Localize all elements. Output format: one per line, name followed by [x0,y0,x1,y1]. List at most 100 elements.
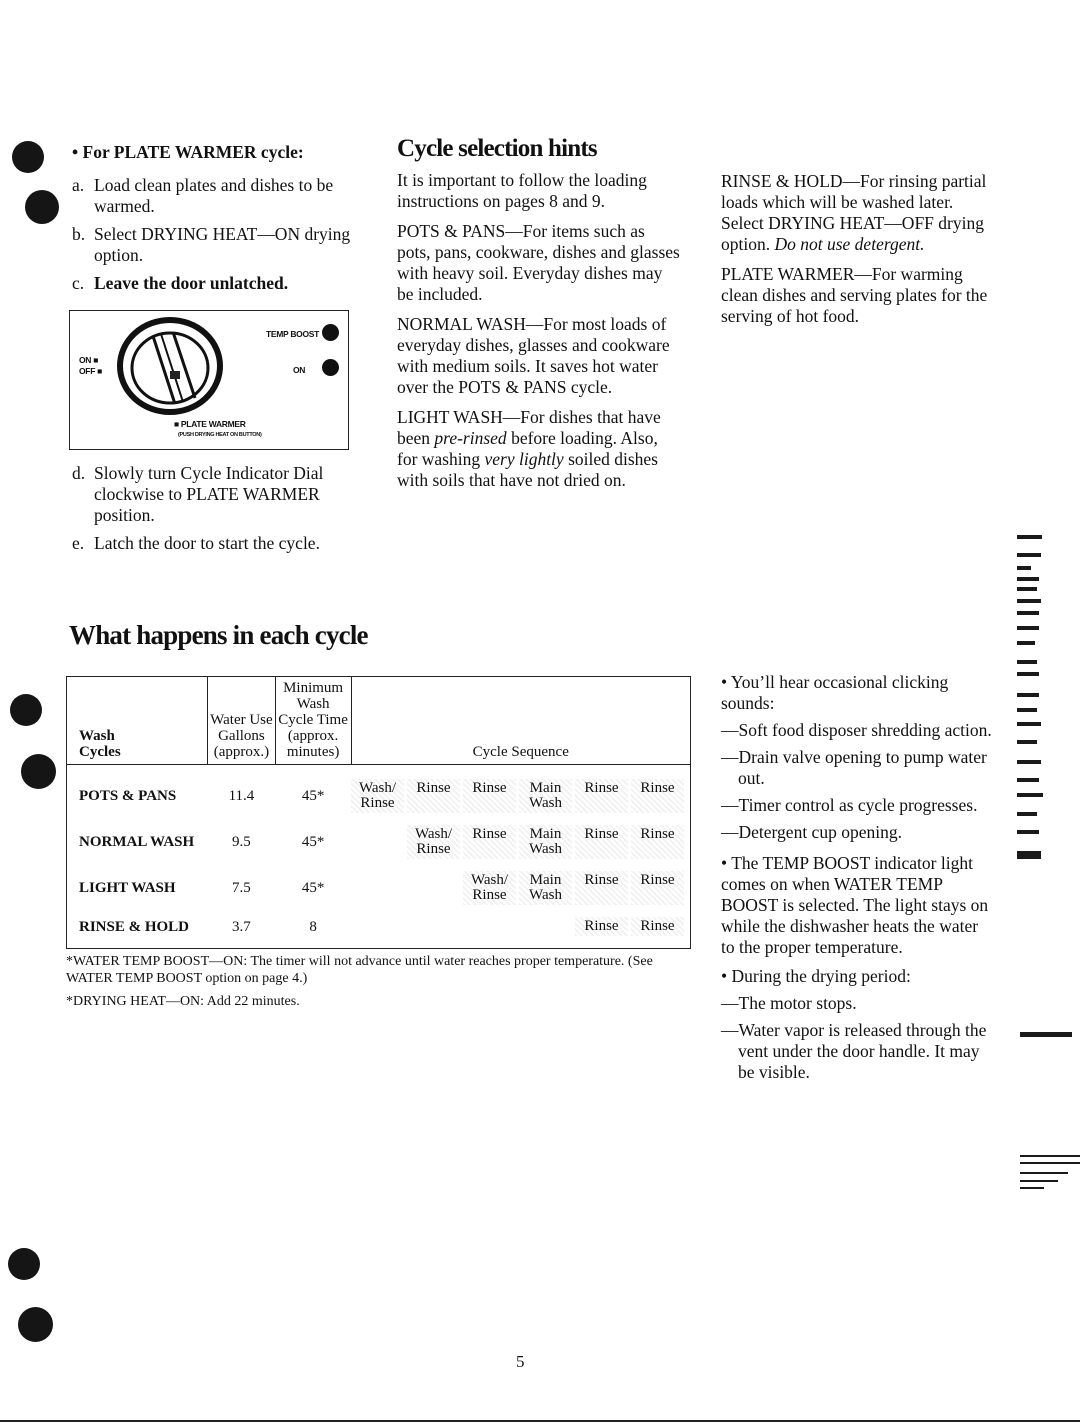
step-item: e. Latch the door to start the cycle. [72,533,320,553]
cycle-section-heading: What happens in each cycle [69,620,369,650]
dial-on-label: ON ■ [79,355,99,365]
sequence-step: Main Wash [519,825,572,859]
hint-normal-wash: NORMAL WASH—For most loads of everyday d… [397,314,670,397]
cycle-name: RINSE & HOLD [79,918,190,935]
sequence-step: Rinse [631,917,684,936]
cycle-minutes: 45* [301,834,325,850]
water-gallons: 3.7 [232,918,251,935]
cycle-minutes: 45* [301,788,325,804]
sequence-step: Rinse [575,917,628,936]
plate-warmer-instructions: • For PLATE WARMER cycle: a. Load clean … [72,142,362,301]
bullet-icon: • [721,966,728,986]
footnote-temp-boost: *WATER TEMP BOOST—ON: The timer will not… [66,954,653,986]
hint-light-wash: LIGHT WASH—For dishes that have been pre… [397,407,661,490]
sequence-step: Wash/ Rinse [351,779,404,813]
bullet-icon: • [721,853,728,873]
list-item: —Timer control as cycle progresses. [721,795,978,815]
list-item: —Detergent cup opening. [721,822,902,842]
header-wash-cycles: Wash Cycles [66,676,208,765]
bullet-icon: • [721,672,728,692]
step-item: a. Load clean plates and dishes to be wa… [72,175,334,216]
table-row: RINSE & HOLD 3.7 8 Rinse Rinse [67,905,691,949]
step-item: b. Select DRYING HEAT—ON drying option. [72,224,351,265]
table-footnotes: *WATER TEMP BOOST—ON: The timer will not… [66,953,666,1010]
hint-rinse-hold: RINSE & HOLD—For rinsing partial loads w… [721,171,987,254]
sequence-step [357,825,404,859]
cycle-name: NORMAL WASH [79,834,195,850]
drying-intro: • During the drying period: [721,966,911,986]
page-number: 5 [516,1352,525,1371]
cycle-dial-icon [117,317,223,415]
cycle-minutes: 8 [309,918,317,935]
cycle-minutes: 45* [301,880,325,896]
dial-off-label: OFF ■ [79,366,103,376]
sequence-step: Rinse [631,779,684,813]
sequence-step [363,871,410,905]
punch-hole [8,1248,40,1280]
sequence-step: Wash/ Rinse [463,871,516,905]
temp-boost-button-icon [322,324,339,341]
sequence-step: Rinse [575,825,628,859]
plate-warmer-note: (PUSH DRYING HEAT ON BUTTON) [178,432,262,438]
list-item: —Soft food disposer shredding action. [721,720,992,740]
water-gallons: 11.4 [228,788,255,804]
sequence-step: Main Wash [519,779,572,813]
punch-hole [21,754,56,789]
drying-heat-on-label: ON [293,365,306,375]
list-item: —Drain valve opening to pump water out. [721,747,987,788]
header-water-use: Water Use Gallons (approx.) [207,676,276,765]
sequence-step: Wash/ Rinse [407,825,460,859]
sequence-step: Rinse [407,779,460,813]
hint-pots-pans: POTS & PANS—For items such as pots, pans… [397,221,680,304]
cycle-sequence: Wash/ Rinse Rinse Main Wash Rinse Rinse [351,813,691,859]
table-row: POTS & PANS 11.4 45* Wash/ Rinse Rinse Rinse M… [67,765,691,813]
plate-warmer-steps-continued: d. Slowly turn Cycle Indicator Dial cloc… [72,463,362,561]
list-item: —Water vapor is released through the ven… [721,1020,987,1082]
cycle-name: LIGHT WASH [79,880,176,896]
cycle-sequence: Rinse Rinse [351,905,691,949]
punch-hole [18,1307,53,1342]
table-row: NORMAL WASH 9.5 45* Wash/ Rinse Rinse Main Wa… [67,813,691,859]
punch-hole [25,190,59,224]
sequence-step [413,871,460,905]
bottom-rule [0,1420,1080,1422]
drying-heat-on-button-icon [322,359,339,376]
step-item: c. Leave the door unlatched. [72,273,289,293]
punch-hole [10,694,42,726]
water-gallons: 9.5 [232,834,251,850]
hints-intro: It is important to follow the loading in… [397,170,647,211]
sequence-step: Rinse [631,825,684,859]
sequence-step: Rinse [575,871,628,905]
sequence-step: Rinse [575,779,628,813]
sequence-step [475,917,522,936]
table-header-row: Wash Cycles Water Use Gallons (approx.) … [66,676,691,765]
list-item: —The motor stops. [721,993,857,1013]
temp-boost-label: TEMP BOOST [266,329,320,339]
sequence-step: Rinse [463,779,516,813]
cycle-selection-hints: Cycle selection hints It is important to… [397,134,682,491]
temp-boost-note: • The TEMP BOOST indicator light comes o… [721,853,989,957]
plate-warmer-heading: • For PLATE WARMER cycle: [72,142,304,162]
clicking-intro: • You’ll hear occasional clicking sounds… [721,672,949,713]
sequence-step [525,917,572,936]
plate-warmer-label: ■ PLATE WARMER [174,419,246,429]
bullet-icon: • [72,142,79,162]
punch-hole [12,141,44,173]
cycle-sequence: Wash/ Rinse Main Wash Rinse Rinse [351,859,691,905]
cycle-selection-hints-continued: RINSE & HOLD—For rinsing partial loads w… [721,171,996,327]
header-cycle-sequence: Cycle Sequence [350,676,691,765]
sequence-step: Rinse [631,871,684,905]
step-item: d. Slowly turn Cycle Indicator Dial cloc… [72,463,324,525]
cycle-table: Wash Cycles Water Use Gallons (approx.) … [66,676,691,949]
hints-heading: Cycle selection hints [397,135,598,162]
cycle-name: POTS & PANS [79,788,177,804]
footnote-drying-heat: *DRYING HEAT—ON: Add 22 minutes. [66,994,300,1009]
header-min-cycle-time: Minimum Wash Cycle Time (approx. minutes… [274,676,351,765]
sequence-step: Rinse [463,825,516,859]
water-gallons: 7.5 [232,880,251,896]
hint-plate-warmer: PLATE WARMER—For warming clean dishes an… [721,264,988,326]
operating-notes: • You’ll hear occasional clicking sounds… [721,672,996,1089]
sequence-step [375,917,422,936]
table-row: LIGHT WASH 7.5 45* Wash/ Rinse Main Wash Rins… [67,859,691,905]
control-panel-figure: ON ■ OFF ■ TEMP BOOST ON ■ PLATE WARMER … [69,310,349,450]
